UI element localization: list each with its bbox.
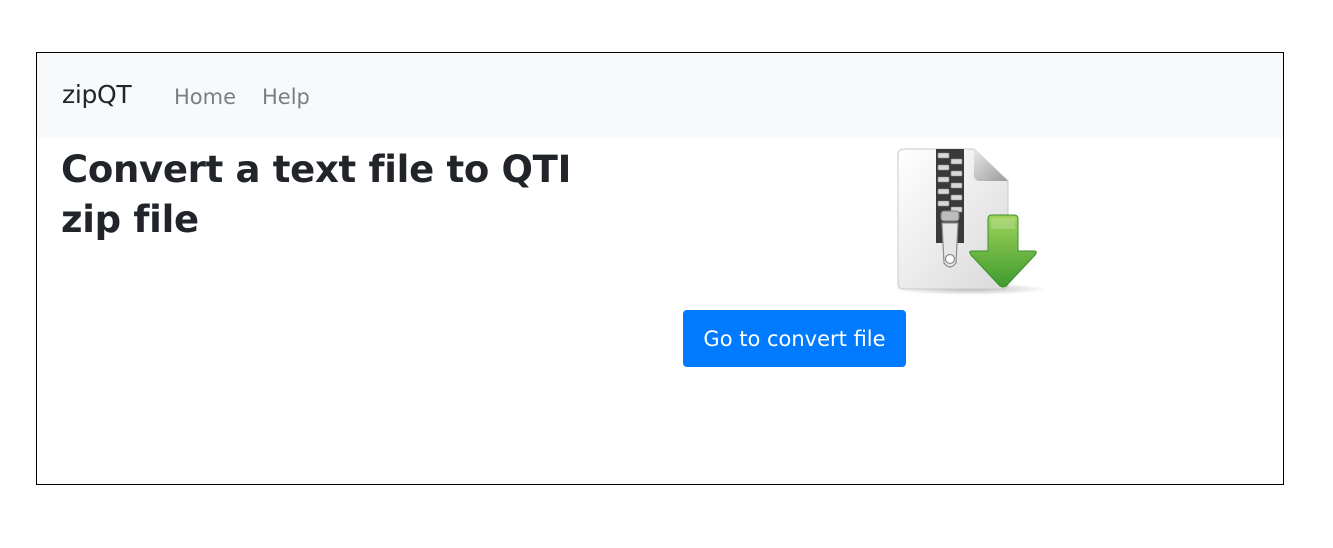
go-to-convert-button[interactable]: Go to convert file [683, 310, 906, 367]
page-title: Convert a text file to QTI zip file [61, 148, 572, 241]
nav-link-home[interactable]: Home [174, 85, 236, 109]
app-frame: zipQT Home Help Convert a text file to Q… [36, 52, 1284, 485]
zip-file-download-icon [890, 145, 1050, 297]
brand-link[interactable]: zipQT [62, 80, 132, 109]
nav-link-help[interactable]: Help [262, 85, 310, 109]
navbar: zipQT Home Help [37, 53, 1283, 138]
